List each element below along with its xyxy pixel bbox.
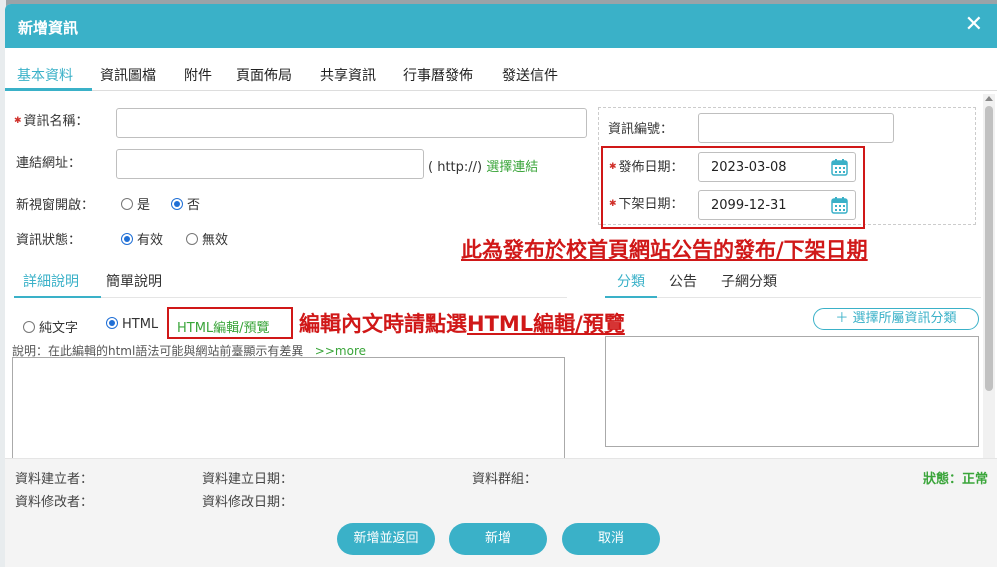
add-button[interactable]: 新增 — [449, 523, 547, 555]
active-tab-indicator — [5, 88, 92, 91]
tab-calendar-publish[interactable]: 行事曆發佈 — [403, 65, 473, 85]
tab-category[interactable]: 分類 — [617, 271, 645, 291]
calendar-icon[interactable] — [831, 158, 848, 176]
status-label: 資訊狀態： — [16, 233, 82, 248]
subtab-indicator — [14, 296, 101, 298]
tab-send-mail[interactable]: 發送信件 — [502, 65, 558, 85]
publish-date-value: 2023-03-08 — [711, 160, 787, 175]
form-scrollbar[interactable] — [983, 94, 995, 459]
offline-date-input[interactable]: 2099-12-31 — [698, 190, 856, 220]
publish-date-label: ✱ 發佈日期： — [609, 160, 684, 175]
tab-info-images[interactable]: 資訊圖檔 — [100, 65, 156, 85]
status-invalid-radio[interactable]: 無效 — [186, 229, 228, 248]
url-hint: ( http://) 選擇連結 — [428, 160, 539, 175]
more-link[interactable]: >>more — [315, 344, 366, 358]
new-window-no-radio[interactable]: 否 — [171, 194, 200, 213]
tab-shared-info[interactable]: 共享資訊 — [320, 65, 376, 85]
category-tab-indicator — [605, 296, 657, 298]
plain-text-radio[interactable]: 純文字 — [23, 317, 78, 336]
tab-detail-description[interactable]: 詳細說明 — [23, 271, 79, 291]
offline-date-label: ✱ 下架日期： — [609, 197, 684, 212]
tab-notice[interactable]: 公告 — [669, 271, 697, 291]
modified-date-label: 資料修改日期： — [202, 495, 294, 510]
main-tabs: 基本資料 資訊圖檔 附件 頁面佈局 共享資訊 行事曆發佈 發送信件 — [5, 48, 997, 91]
info-id-input[interactable] — [698, 113, 894, 143]
subtab-divider — [101, 297, 567, 298]
name-input[interactable] — [116, 108, 587, 138]
tab-page-layout[interactable]: 頁面佈局 — [236, 65, 292, 85]
new-window-yes-radio[interactable]: 是 — [121, 194, 150, 213]
detail-description-editor[interactable] — [12, 357, 565, 467]
category-list-box[interactable] — [605, 336, 979, 447]
info-id-label: 資訊編號： — [608, 122, 674, 137]
offline-date-value: 2099-12-31 — [711, 198, 787, 213]
tab-subnet-category[interactable]: 子網分類 — [721, 271, 777, 291]
tab-brief-description[interactable]: 簡單說明 — [106, 271, 162, 291]
cancel-button[interactable]: 取消 — [562, 523, 660, 555]
close-icon[interactable]: ✕ — [965, 12, 983, 37]
modifier-label: 資料修改者： — [15, 495, 94, 510]
dialog-title: 新增資訊 — [18, 19, 79, 37]
scroll-up-icon[interactable] — [985, 96, 993, 101]
tab-basic-info[interactable]: 基本資料 — [17, 65, 73, 85]
dialog-titlebar: 新增資訊 ✕ — [5, 4, 997, 48]
scroll-thumb[interactable] — [985, 106, 993, 391]
html-radio[interactable]: HTML — [106, 317, 158, 332]
date-annotation: 此為發布於校首頁網站公告的發布/下架日期 — [461, 238, 868, 262]
category-tab-divider — [657, 297, 981, 298]
created-date-label: 資料建立日期： — [202, 472, 294, 487]
creator-label: 資料建立者： — [15, 472, 94, 487]
url-input[interactable] — [116, 149, 424, 179]
select-link-button[interactable]: 選擇連結 — [486, 160, 538, 175]
select-category-button[interactable]: ＋ 選擇所屬資訊分類 — [813, 308, 979, 330]
group-label: 資料群組： — [472, 472, 538, 487]
required-marker: ✱ — [609, 162, 617, 172]
required-marker: ✱ — [14, 116, 22, 126]
add-info-dialog: 新增資訊 ✕ 基本資料 資訊圖檔 附件 頁面佈局 共享資訊 行事曆發佈 發送信件… — [5, 4, 997, 567]
html-edit-preview-link[interactable]: HTML編輯/預覽 — [177, 317, 270, 336]
html-annotation: 編輯內文時請點選HTML編輯/預覽 — [299, 312, 625, 336]
add-and-return-button[interactable]: 新增並返回 — [337, 523, 435, 555]
required-marker: ✱ — [609, 199, 617, 209]
publish-date-input[interactable]: 2023-03-08 — [698, 152, 856, 182]
tab-attachments[interactable]: 附件 — [184, 65, 212, 85]
status-valid-radio[interactable]: 有效 — [121, 229, 163, 248]
name-label: ✱ 資訊名稱： — [14, 114, 89, 129]
status-badge: 狀態：正常 — [922, 472, 988, 487]
new-window-label: 新視窗開啟： — [16, 198, 95, 213]
url-label: 連結網址： — [16, 156, 82, 171]
calendar-icon[interactable] — [831, 196, 848, 214]
